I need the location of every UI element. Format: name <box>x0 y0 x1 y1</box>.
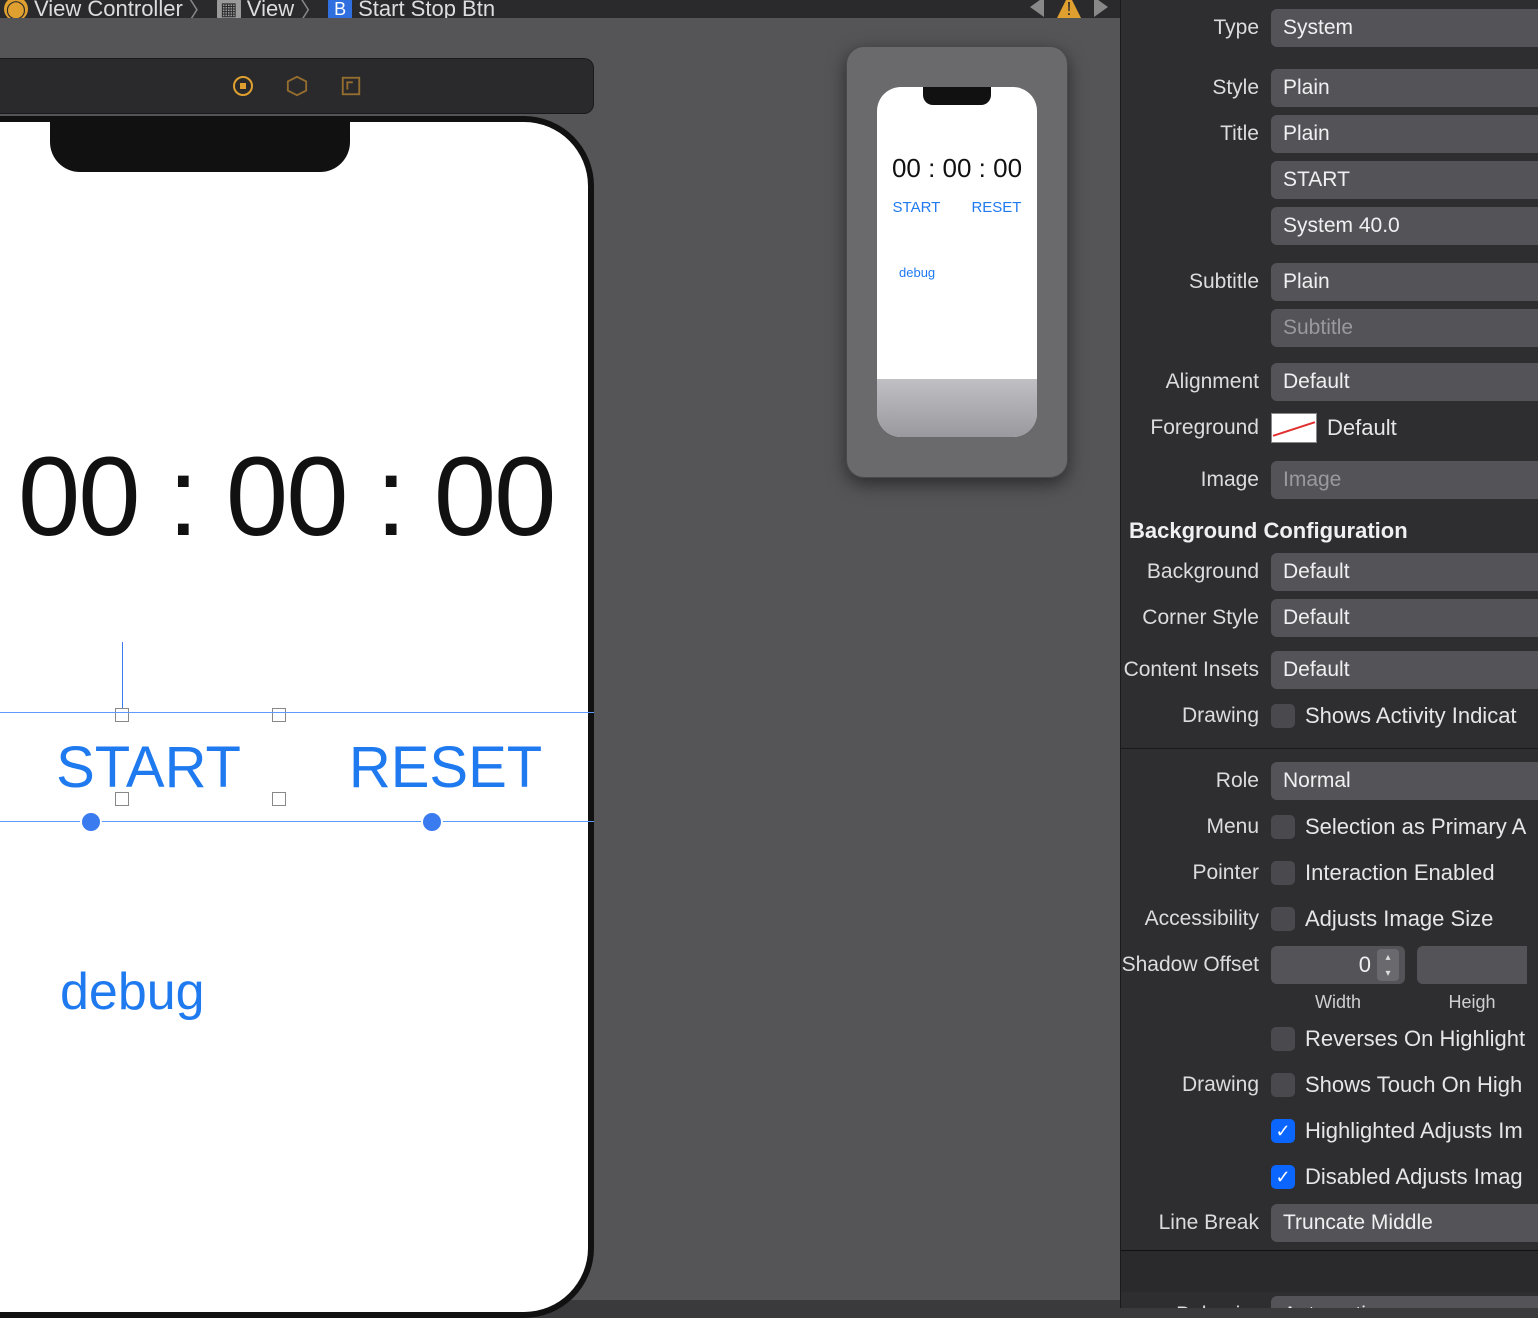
label-corner: Corner Style <box>1121 606 1271 630</box>
chk-accessibility[interactable] <box>1271 907 1295 931</box>
field-image[interactable]: Image <box>1271 461 1538 499</box>
chk-activity-indicator[interactable] <box>1271 704 1295 728</box>
timer-label-thumb: 00 : 00 : 00 <box>877 153 1037 184</box>
prev-icon[interactable] <box>1030 0 1044 17</box>
field-title-mode[interactable]: Plain <box>1271 115 1538 153</box>
field-role[interactable]: Normal <box>1271 762 1538 800</box>
label-style: Style <box>1121 76 1271 100</box>
reset-button[interactable]: RESET <box>297 713 594 821</box>
label-foreground: Foreground <box>1121 416 1271 440</box>
debug-label[interactable]: debug <box>60 962 205 1022</box>
label-drawing1: Drawing <box>1121 704 1271 728</box>
warning-icon[interactable]: ! <box>1056 0 1082 20</box>
start-button-label: START <box>56 734 241 801</box>
shadow-width-sublabel: Width <box>1271 992 1405 1013</box>
notch <box>50 122 350 172</box>
start-thumb: START <box>893 199 941 216</box>
phone-preview-main[interactable]: 00 : 00 : 00 START RESET debug <box>0 116 594 1318</box>
chk-shows-touch[interactable] <box>1271 1073 1295 1097</box>
breadcrumb: ◯ View Controller 〉 ▦ View 〉 B Start Sto… <box>0 0 1120 18</box>
opt-menu-primary: Selection as Primary A <box>1305 814 1526 840</box>
label-role: Role <box>1121 769 1271 793</box>
reset-button-label: RESET <box>349 734 542 801</box>
start-button[interactable]: START <box>0 713 297 821</box>
timer-label[interactable]: 00 : 00 : 00 <box>18 432 554 561</box>
scene-thumbnail[interactable]: 00 : 00 : 00 START RESET debug <box>846 46 1068 478</box>
opt-activity-indicator: Shows Activity Indicat <box>1305 703 1517 729</box>
shadow-width-value: 0 <box>1359 952 1371 978</box>
opt-pointer: Interaction Enabled <box>1305 860 1495 886</box>
shadow-height-sublabel: Heigh <box>1417 992 1527 1013</box>
label-alignment: Alignment <box>1121 370 1271 394</box>
canvas[interactable]: 00 : 00 : 00 START RESET debug 00 : 00 :… <box>0 18 1120 1300</box>
field-subtitle-text[interactable]: Subtitle <box>1271 309 1538 347</box>
field-alignment[interactable]: Default <box>1271 363 1538 401</box>
opt-shows-touch: Shows Touch On High <box>1305 1072 1522 1098</box>
shadow-height-input[interactable] <box>1417 946 1527 984</box>
debug-thumb: debug <box>899 265 935 280</box>
chk-menu-primary[interactable] <box>1271 815 1295 839</box>
chk-pointer[interactable] <box>1271 861 1295 885</box>
embed-icon[interactable] <box>338 73 364 99</box>
field-title-text[interactable]: START <box>1271 161 1538 199</box>
label-title: Title <box>1121 122 1271 146</box>
label-menu: Menu <box>1121 815 1271 839</box>
label-type: Type <box>1121 16 1271 40</box>
phone-preview-thumb: 00 : 00 : 00 START RESET debug <box>877 87 1037 437</box>
field-foreground[interactable]: Default <box>1327 415 1397 441</box>
field-title-font[interactable]: System 40.0 <box>1271 207 1538 245</box>
attributes-inspector: Type System Style Plain Title Plain STAR… <box>1120 0 1538 1308</box>
field-behavior[interactable]: Automatic <box>1271 1296 1538 1308</box>
label-insets: Content Insets <box>1121 658 1271 682</box>
constraint-dot[interactable] <box>80 811 102 833</box>
opt-disabled-adjusts: Disabled Adjusts Imag <box>1305 1164 1523 1190</box>
chk-disabled-adjusts[interactable]: ✓ <box>1271 1165 1295 1189</box>
field-type[interactable]: System <box>1271 9 1538 47</box>
label-behavior: Behavior <box>1121 1303 1271 1308</box>
section-bg-config: Background Configuration <box>1121 504 1538 550</box>
field-corner[interactable]: Default <box>1271 599 1538 637</box>
shadow-width-input[interactable]: 0 ▴▾ <box>1271 946 1405 984</box>
notch <box>923 87 991 105</box>
field-linebreak[interactable]: Truncate Middle <box>1271 1204 1538 1242</box>
label-shadow: Shadow Offset <box>1121 953 1271 977</box>
button-row: START RESET <box>0 712 594 822</box>
canvas-toolbar <box>0 58 594 114</box>
chk-highlighted-adjusts[interactable]: ✓ <box>1271 1119 1295 1143</box>
opt-accessibility: Adjusts Image Size <box>1305 906 1493 932</box>
constraint-guide <box>122 642 123 712</box>
opt-highlighted-adjusts: Highlighted Adjusts Im <box>1305 1118 1523 1144</box>
label-drawing2: Drawing <box>1121 1073 1271 1097</box>
label-accessibility: Accessibility <box>1121 907 1271 931</box>
cube-icon[interactable] <box>284 73 310 99</box>
constraint-dot[interactable] <box>421 811 443 833</box>
chk-reverses[interactable] <box>1271 1027 1295 1051</box>
label-background: Background <box>1121 560 1271 584</box>
stepper-icon[interactable]: ▴▾ <box>1377 949 1399 981</box>
label-image: Image <box>1121 468 1271 492</box>
fonts-panel-titlebar[interactable]: Fonts <box>1120 1250 1538 1292</box>
field-style[interactable]: Plain <box>1271 69 1538 107</box>
reset-thumb: RESET <box>971 199 1021 216</box>
layout-pinned-icon[interactable] <box>230 73 256 99</box>
label-subtitle: Subtitle <box>1121 270 1271 294</box>
label-pointer: Pointer <box>1121 861 1271 885</box>
opt-reverses: Reverses On Highlight <box>1305 1026 1525 1052</box>
field-background[interactable]: Default <box>1271 553 1538 591</box>
foreground-swatch[interactable] <box>1271 413 1317 443</box>
next-icon[interactable] <box>1094 0 1108 17</box>
field-insets[interactable]: Default <box>1271 651 1538 689</box>
label-linebreak: Line Break <box>1121 1211 1271 1235</box>
field-subtitle-mode[interactable]: Plain <box>1271 263 1538 301</box>
